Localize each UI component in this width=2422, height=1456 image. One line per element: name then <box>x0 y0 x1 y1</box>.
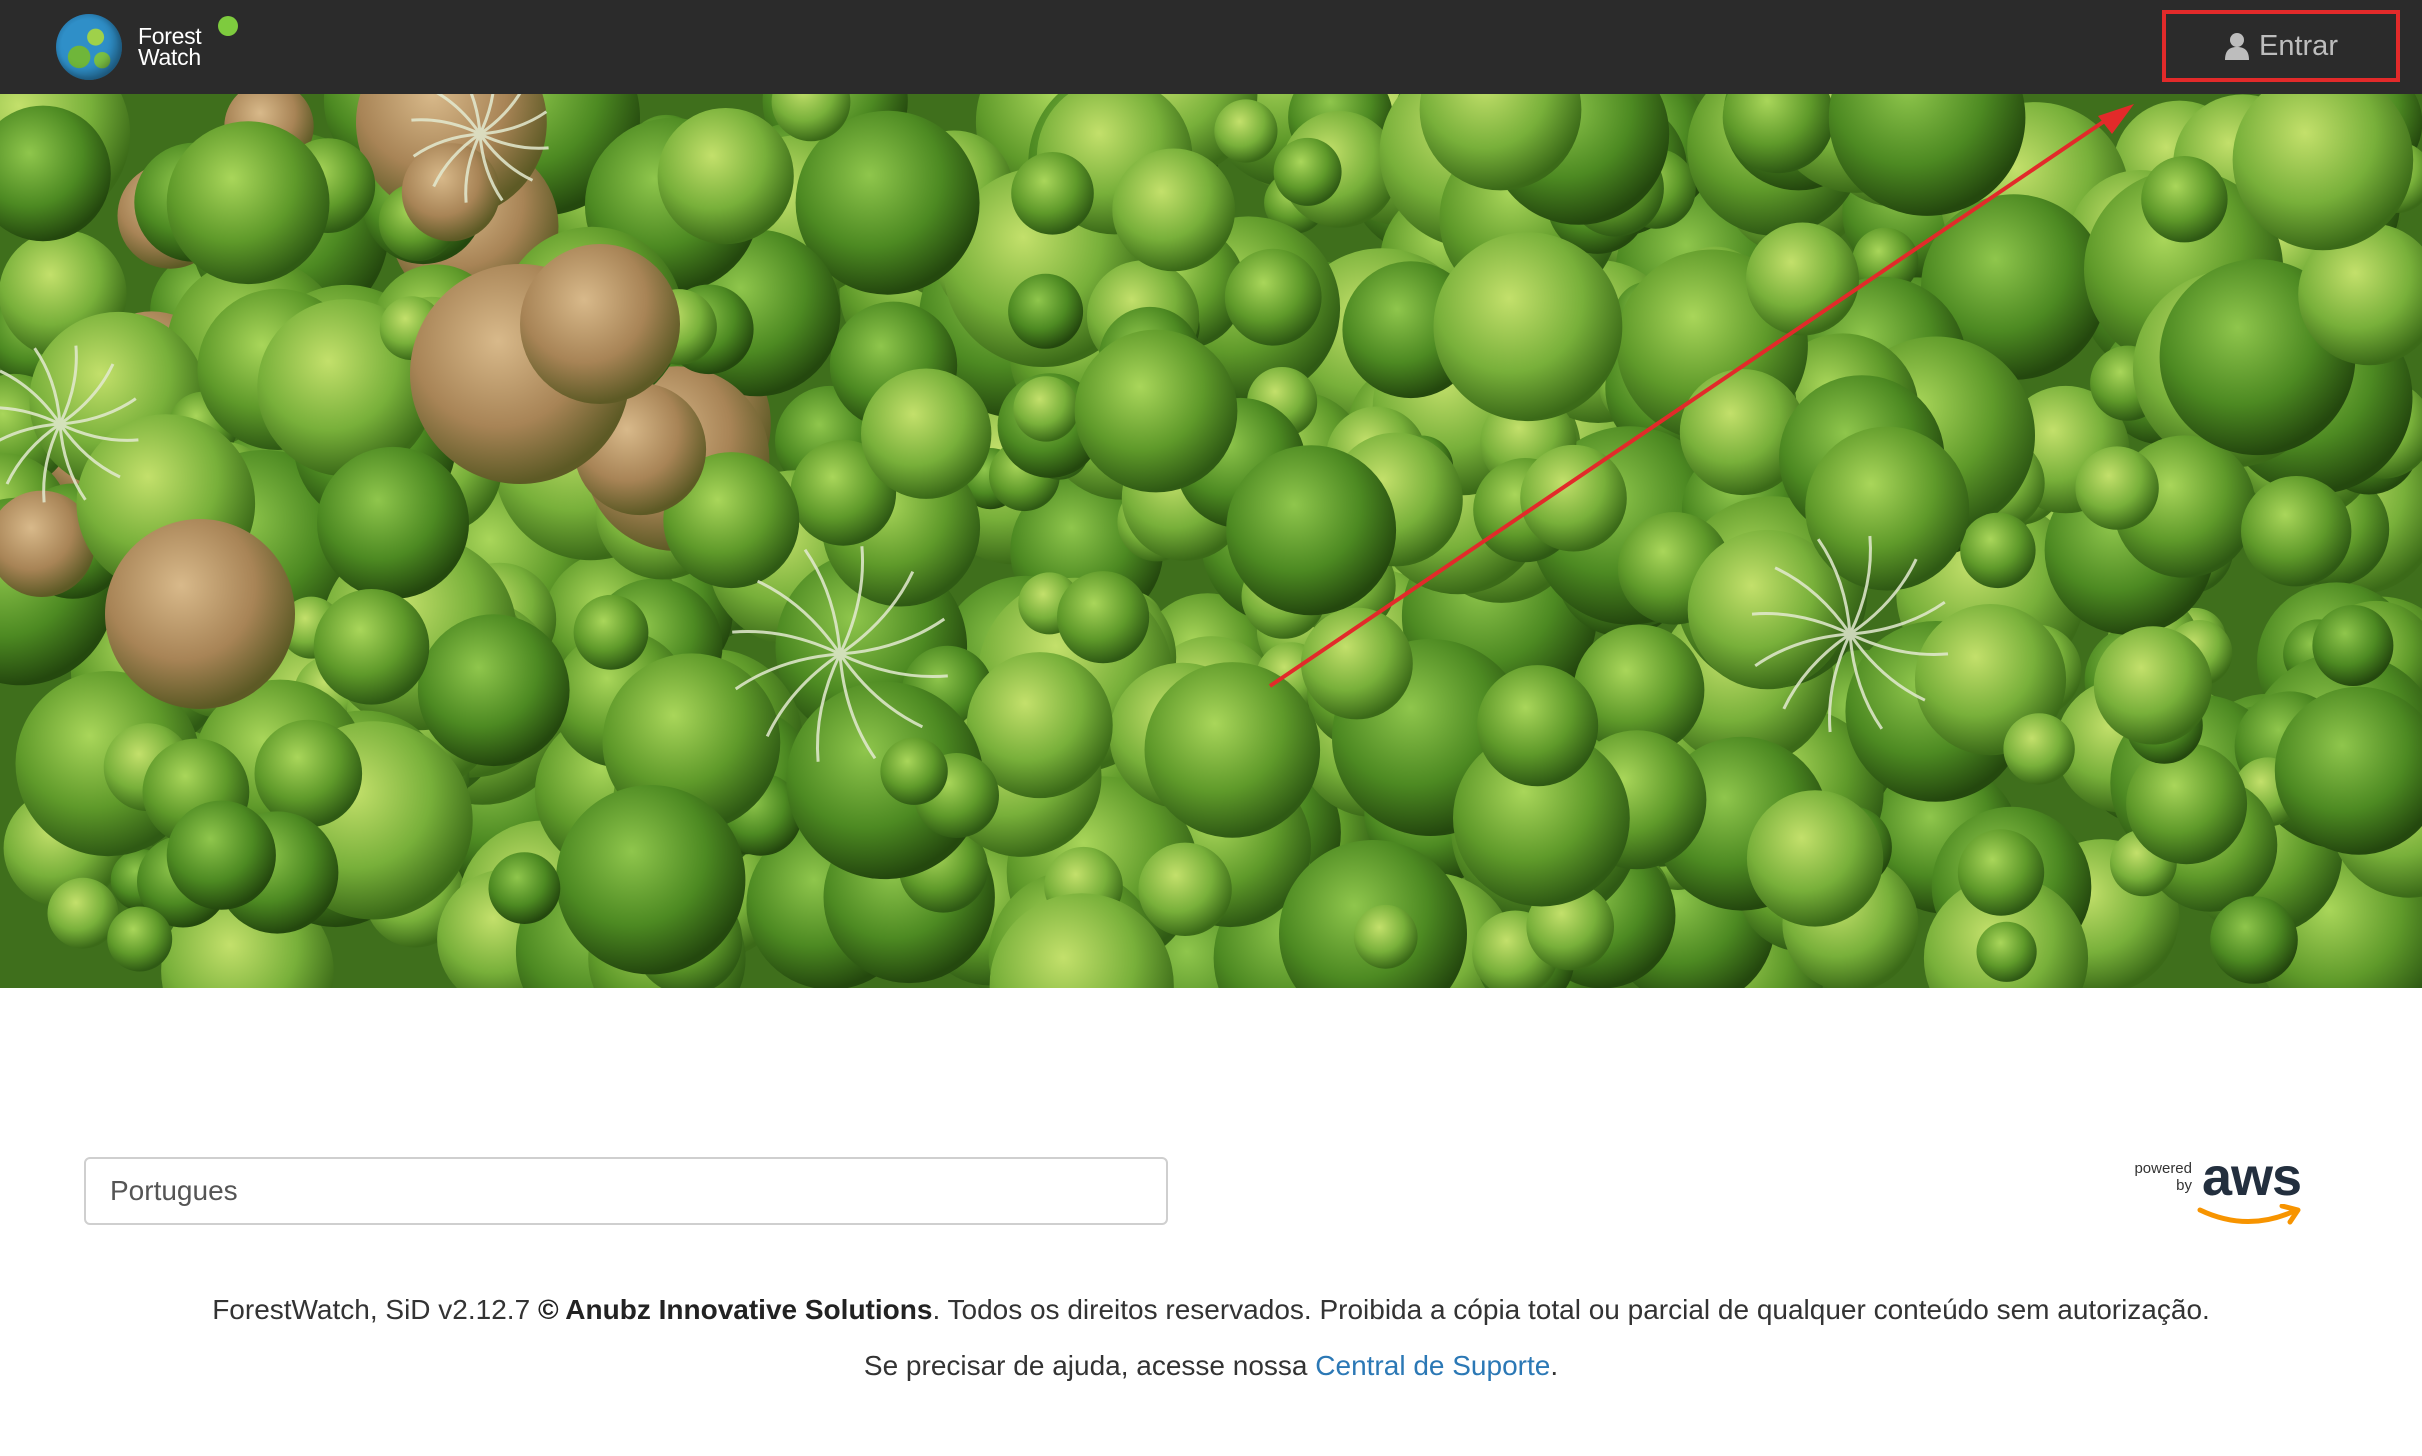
language-selected-value: Portugues <box>110 1175 238 1206</box>
login-button[interactable]: Entrar <box>2162 10 2400 82</box>
forestwatch-logo[interactable]: Forest Watch <box>56 10 202 84</box>
hero-forest-image <box>0 94 2422 988</box>
help-prefix: Se precisar de ajuda, acesse nossa <box>863 1350 1316 1381</box>
online-status-indicator <box>218 16 238 36</box>
aws-wordmark: aws <box>2202 1147 2302 1207</box>
powered-line-1: powered <box>2134 1160 2192 1177</box>
version-text: ForestWatch, SiD v2.12.7 <box>212 1294 538 1325</box>
login-label: Entrar <box>2259 29 2338 62</box>
copyright-text: ForestWatch, SiD v2.12.7 © Anubz Innovat… <box>0 1294 2422 1326</box>
language-select[interactable]: Portugues <box>84 1157 1168 1225</box>
aws-smile-icon <box>2197 1204 2301 1225</box>
powered-by-text: powered by <box>2124 1160 2192 1194</box>
brand-line-2: Watch <box>138 44 201 70</box>
powered-by-aws-logo: powered by aws <box>2124 1147 2310 1228</box>
help-suffix: . <box>1550 1350 1559 1381</box>
user-icon <box>2225 33 2249 60</box>
rights-text: . Todos os direitos reservados. Proibida… <box>932 1294 2210 1325</box>
powered-line-2: by <box>2176 1177 2192 1194</box>
company-name: © Anubz Innovative Solutions <box>537 1294 933 1325</box>
top-navbar: Forest Watch Entrar <box>0 0 2422 94</box>
annotation-arrow <box>1268 104 2134 688</box>
globe-icon <box>56 14 122 80</box>
help-text: Se precisar de ajuda, acesse nossa Centr… <box>0 1350 2422 1382</box>
support-center-link[interactable]: Central de Suporte <box>1315 1350 1550 1381</box>
brand-name: Forest Watch <box>138 25 202 70</box>
